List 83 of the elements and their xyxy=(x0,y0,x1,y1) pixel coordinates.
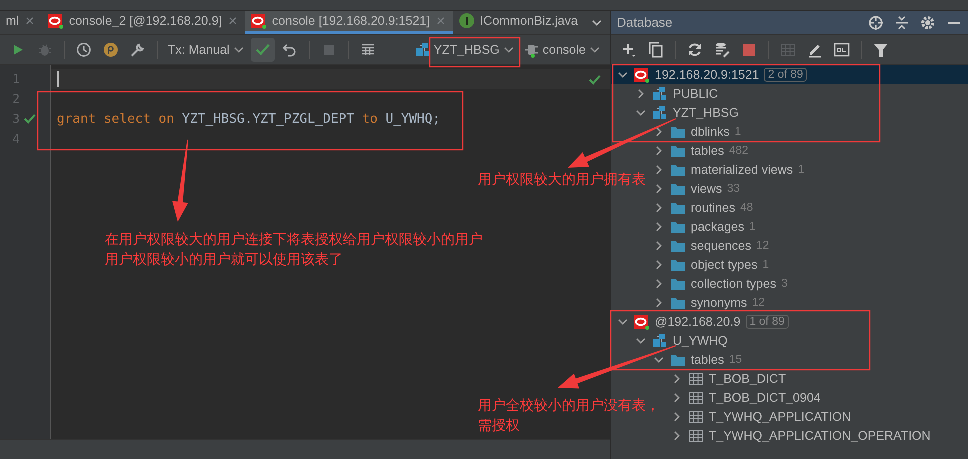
tree-item[interactable]: routines 48 xyxy=(653,198,754,217)
annotation-note: 用户权限较大的用户拥有表 xyxy=(478,171,646,190)
item-count: 12 xyxy=(756,240,770,252)
table-icon xyxy=(688,370,704,386)
text-cursor xyxy=(57,71,58,87)
oracle-icon xyxy=(48,13,64,29)
bug-icon xyxy=(38,42,52,56)
item-count: 482 xyxy=(729,144,749,156)
copy-icon xyxy=(648,42,664,58)
refresh-icon xyxy=(687,42,703,58)
schema-icon xyxy=(414,42,431,58)
schema-selector[interactable]: YZT_HBSG xyxy=(412,40,518,60)
table-icon xyxy=(688,428,704,444)
database-icon xyxy=(634,66,650,82)
count-badge: 2 of 89 xyxy=(764,68,808,82)
stop-icon xyxy=(742,42,756,56)
tree-item[interactable]: YZT_HBSG xyxy=(635,103,739,122)
database-tools-icon xyxy=(714,42,730,58)
tree-item[interactable]: object types 1 xyxy=(653,255,770,274)
editor-tab[interactable]: console [192.168.20.9:1521] xyxy=(245,11,454,34)
table-icon xyxy=(688,408,704,424)
tree-item[interactable]: tables 482 xyxy=(653,141,749,160)
editor-tab[interactable]: console_2 [@192.168.20.9] xyxy=(42,11,246,34)
editor-tab[interactable]: ICommonBiz.java xyxy=(453,11,584,34)
item-count: 1 xyxy=(750,220,756,232)
panel-title: Database xyxy=(617,15,674,30)
session-selector[interactable]: console xyxy=(520,40,604,60)
check-icon xyxy=(588,73,602,87)
item-count: 1 xyxy=(762,258,770,270)
commit-button[interactable] xyxy=(250,38,275,62)
console-icon xyxy=(834,42,850,58)
item-count: 12 xyxy=(752,296,766,308)
stop-icon xyxy=(322,42,336,56)
clock-icon xyxy=(76,42,92,58)
tree-item[interactable]: @192.168.20.9 1 of 89 xyxy=(617,312,789,331)
check-icon xyxy=(254,42,271,58)
item-count: 1 xyxy=(798,164,805,176)
transaction-mode-dropdown[interactable]: Tx: Manual xyxy=(165,40,248,58)
wrench-icon xyxy=(130,42,146,58)
oracle-icon xyxy=(251,13,268,29)
tree-item[interactable]: dblinks 1 xyxy=(653,122,742,141)
interface-icon xyxy=(459,13,476,29)
tree-item[interactable]: T_BOB_DICT_0904 xyxy=(671,388,821,407)
tree-item[interactable]: collection types 3 xyxy=(653,274,788,293)
tree-item[interactable]: T_YWHQ_APPLICATION_OPERATION xyxy=(671,426,931,445)
play-icon xyxy=(11,42,25,56)
item-count: 3 xyxy=(781,278,788,290)
tree-item[interactable]: T_BOB_DICT xyxy=(671,369,786,388)
grid-icon xyxy=(360,42,376,58)
parameter-icon xyxy=(103,42,119,58)
close-icon[interactable] xyxy=(24,15,36,27)
tree-item[interactable]: U_YWHQ xyxy=(635,331,728,350)
tree-item[interactable]: T_YWHQ_APPLICATION xyxy=(671,407,852,426)
editor-tab[interactable]: ml xyxy=(0,11,42,34)
code-line: grant select on YZT_HBSG.YZT_PZGL_DEPT to U_YWHQ; xyxy=(57,112,441,126)
tree-item[interactable]: PUBLIC xyxy=(635,84,718,103)
annotation-note: 在用户权限较大的用户连接下将表授权给用户权限较小的用户 用户权限较小的用户就可以使用该表了 xyxy=(105,231,483,270)
collapse-icon[interactable] xyxy=(894,14,910,30)
item-count: 33 xyxy=(727,182,740,194)
tree-item[interactable]: synonyms 12 xyxy=(653,293,766,312)
tree-item[interactable]: materialized views 1 xyxy=(653,160,805,179)
count-badge: 1 of 89 xyxy=(746,314,789,328)
tree-item[interactable]: views 33 xyxy=(653,179,740,198)
schema-icon xyxy=(652,86,668,102)
close-icon[interactable] xyxy=(227,15,240,27)
filter-icon xyxy=(873,42,889,58)
item-count: 1 xyxy=(734,126,742,138)
database-icon xyxy=(634,314,650,330)
tree-item[interactable]: sequences 12 xyxy=(653,236,770,255)
table-icon xyxy=(688,390,704,406)
schema-icon xyxy=(652,332,668,348)
table-icon xyxy=(780,42,796,58)
tree-item[interactable]: tables 15 xyxy=(653,350,742,369)
undo-icon xyxy=(282,42,298,58)
annotation-note: 用户全校较小的用户没有表， 需授权 xyxy=(478,397,660,436)
check-icon xyxy=(23,112,37,126)
tree-item[interactable]: packages 1 xyxy=(653,217,756,236)
item-count: 48 xyxy=(740,202,754,214)
settings-icon[interactable] xyxy=(920,14,936,30)
plus-icon xyxy=(621,42,637,58)
item-count: 15 xyxy=(729,354,742,366)
crosshair-icon[interactable] xyxy=(868,14,884,30)
schema-icon xyxy=(652,104,668,120)
